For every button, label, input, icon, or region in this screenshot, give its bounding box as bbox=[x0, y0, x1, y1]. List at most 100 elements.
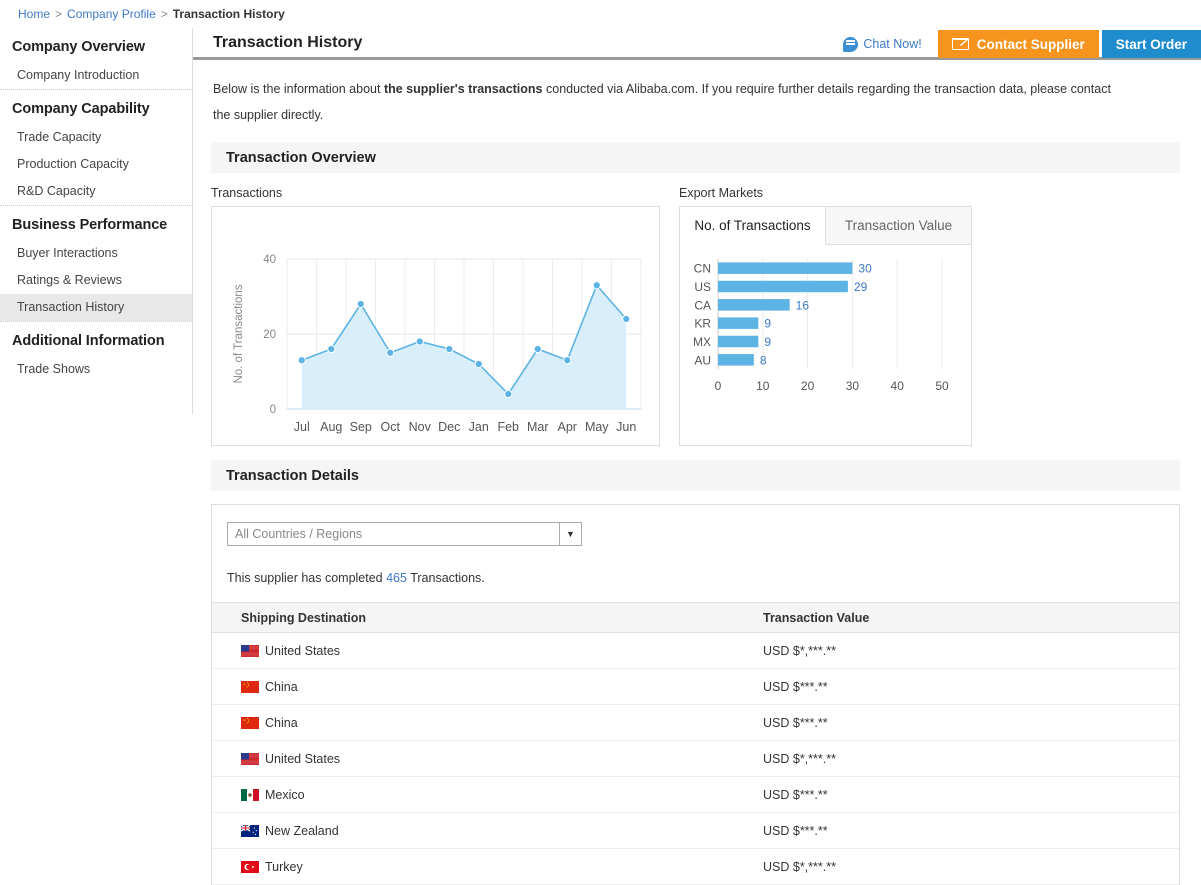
completed-count: 465 bbox=[386, 571, 407, 585]
svg-text:No. of Transactions: No. of Transactions bbox=[233, 284, 245, 383]
section-header-transaction-overview: Transaction Overview bbox=[211, 142, 1180, 173]
cell-transaction-value: USD $*,***.** bbox=[739, 848, 1179, 885]
svg-text:0: 0 bbox=[270, 404, 276, 416]
svg-text:Aug: Aug bbox=[320, 420, 342, 434]
svg-text:Apr: Apr bbox=[558, 420, 577, 434]
country-name: New Zealand bbox=[265, 823, 339, 838]
cell-transaction-value: USD $***.** bbox=[739, 704, 1179, 741]
cell-shipping-destination: China bbox=[212, 668, 739, 705]
transactions-chart-svg: 0 20 40 Jul Aug Sep Oct Nov Dec Jan Feb Mar Apr May Ju… bbox=[233, 254, 642, 434]
chat-now-link[interactable]: Chat Now! bbox=[843, 36, 922, 52]
flag-icon-tr bbox=[241, 860, 259, 873]
svg-text:40: 40 bbox=[891, 379, 905, 393]
svg-text:9: 9 bbox=[764, 335, 771, 349]
export-markets-block: Export Markets No. of Transactions Trans… bbox=[679, 186, 972, 446]
chevron-down-icon: ▼ bbox=[559, 523, 581, 545]
table-row: Turkey USD $*,***.** bbox=[212, 848, 1179, 885]
transaction-details-card: All Countries / Regions ▼ This supplier … bbox=[211, 504, 1180, 885]
nav-heading-additional-information: Additional Information bbox=[12, 333, 165, 349]
table-row: China USD $***.** bbox=[212, 704, 1179, 741]
country-name: Turkey bbox=[265, 859, 303, 874]
transactions-table-body: United States USD $*,***.** China USD $***.… bbox=[212, 632, 1179, 885]
transactions-line-chart: 0 20 40 Jul Aug Sep Oct Nov Dec Jan Feb Mar Apr May Ju… bbox=[211, 206, 660, 446]
column-header-transaction-value: Transaction Value bbox=[739, 602, 1179, 633]
svg-text:Jun: Jun bbox=[616, 420, 636, 434]
cell-shipping-destination: Mexico bbox=[212, 776, 739, 813]
start-order-label: Start Order bbox=[1115, 36, 1187, 52]
flag-icon-nz bbox=[241, 824, 259, 837]
svg-text:9: 9 bbox=[764, 317, 771, 331]
export-markets-caption: Export Markets bbox=[679, 186, 764, 200]
flag-icon-cn bbox=[241, 680, 259, 693]
cell-transaction-value: USD $***.** bbox=[739, 812, 1179, 849]
sidebar-item-production-capacity[interactable]: Production Capacity bbox=[0, 151, 192, 178]
svg-text:CA: CA bbox=[694, 298, 711, 312]
transactions-table-head: Shipping Destination Transaction Value bbox=[212, 602, 1179, 633]
cell-shipping-destination: New Zealand bbox=[212, 812, 739, 849]
cell-shipping-destination: China bbox=[212, 704, 739, 741]
completed-prefix: This supplier has completed bbox=[227, 571, 387, 585]
country-filter-select[interactable]: All Countries / Regions ▼ bbox=[227, 522, 582, 546]
export-markets-tabs: No. of Transactions Transaction Value bbox=[680, 207, 971, 245]
intro-text-bold: the supplier's transactions bbox=[383, 82, 543, 96]
svg-text:29: 29 bbox=[854, 280, 868, 294]
destination-wrapper: China bbox=[241, 680, 739, 694]
cell-transaction-value: USD $*,***.** bbox=[739, 740, 1179, 777]
table-row: United States USD $*,***.** bbox=[212, 632, 1179, 669]
contact-supplier-button[interactable]: Contact Supplier bbox=[937, 30, 1099, 58]
breadcrumb-separator-2: > bbox=[160, 7, 168, 21]
sidebar-item-trade-shows[interactable]: Trade Shows bbox=[0, 356, 192, 383]
export-markets-chart-svg: 0 10 20 30 40 50 CN 30 US 29 CA 16 KR 9 MX 9 AU 8 bbox=[693, 259, 949, 393]
sidebar-item-transaction-history[interactable]: Transaction History bbox=[0, 294, 192, 321]
sidebar: Company Overview Company Introduction Co… bbox=[0, 28, 193, 414]
tab-transaction-value[interactable]: Transaction Value bbox=[826, 207, 971, 244]
export-markets-panel: No. of Transactions Transaction Value 0 1… bbox=[679, 206, 972, 446]
svg-text:8: 8 bbox=[760, 353, 767, 367]
nav-heading-company-capability: Company Capability bbox=[12, 101, 150, 117]
svg-text:KR: KR bbox=[694, 317, 711, 331]
nav-group-business-performance: Business Performance Buyer Interactions … bbox=[0, 205, 192, 321]
intro-text-part1: Below is the information about bbox=[213, 82, 384, 96]
svg-text:CN: CN bbox=[694, 262, 711, 276]
page-header: Transaction History Chat Now! Contact Su… bbox=[193, 28, 1201, 60]
column-header-shipping-destination: Shipping Destination bbox=[212, 602, 739, 633]
breadcrumb: Home > Company Profile > Transaction His… bbox=[0, 0, 1201, 28]
svg-text:Dec: Dec bbox=[438, 420, 460, 434]
sidebar-item-company-introduction[interactable]: Company Introduction bbox=[0, 62, 192, 89]
breadcrumb-company-profile[interactable]: Company Profile bbox=[67, 7, 156, 21]
breadcrumb-current: Transaction History bbox=[172, 7, 285, 21]
sidebar-item-ratings-reviews[interactable]: Ratings & Reviews bbox=[0, 267, 192, 294]
cell-transaction-value: USD $*,***.** bbox=[739, 632, 1179, 669]
svg-text:Oct: Oct bbox=[381, 420, 401, 434]
destination-wrapper: New Zealand bbox=[241, 824, 739, 838]
country-filter-row: All Countries / Regions ▼ bbox=[212, 505, 1179, 558]
breadcrumb-home[interactable]: Home bbox=[18, 7, 50, 21]
sidebar-item-rd-capacity[interactable]: R&D Capacity bbox=[0, 178, 192, 205]
country-filter-value: All Countries / Regions bbox=[235, 527, 363, 541]
chat-bubble-icon bbox=[843, 36, 859, 52]
main-content: Transaction History Chat Now! Contact Su… bbox=[193, 28, 1201, 885]
cell-shipping-destination: Turkey bbox=[212, 848, 739, 885]
cell-transaction-value: USD $***.** bbox=[739, 668, 1179, 705]
charts-row: Transactions 0 20 40 Jul Aug Sep Oct Nov Dec Jan F… bbox=[211, 186, 1201, 446]
svg-text:Feb: Feb bbox=[497, 420, 519, 434]
transactions-table: Shipping Destination Transaction Value U… bbox=[212, 602, 1179, 885]
svg-text:30: 30 bbox=[846, 379, 860, 393]
tab-no-of-transactions[interactable]: No. of Transactions bbox=[680, 207, 826, 245]
sidebar-item-trade-capacity[interactable]: Trade Capacity bbox=[0, 124, 192, 151]
sidebar-item-buyer-interactions[interactable]: Buyer Interactions bbox=[0, 240, 192, 267]
flag-icon-us bbox=[241, 644, 259, 657]
page-title: Transaction History bbox=[213, 34, 363, 51]
svg-text:0: 0 bbox=[715, 379, 722, 393]
flag-icon-mx bbox=[241, 788, 259, 801]
transactions-chart-block: Transactions 0 20 40 Jul Aug Sep Oct Nov Dec Jan F… bbox=[211, 186, 660, 446]
table-header-row: Shipping Destination Transaction Value bbox=[212, 602, 1179, 633]
country-name: United States bbox=[265, 751, 341, 766]
svg-text:Jul: Jul bbox=[294, 420, 310, 434]
table-row: Mexico USD $***.** bbox=[212, 776, 1179, 813]
cell-shipping-destination: United States bbox=[212, 740, 739, 777]
svg-text:Sep: Sep bbox=[350, 420, 372, 434]
breadcrumb-separator-1: > bbox=[55, 7, 63, 21]
start-order-button[interactable]: Start Order bbox=[1101, 30, 1201, 58]
country-name: Mexico bbox=[265, 787, 305, 802]
